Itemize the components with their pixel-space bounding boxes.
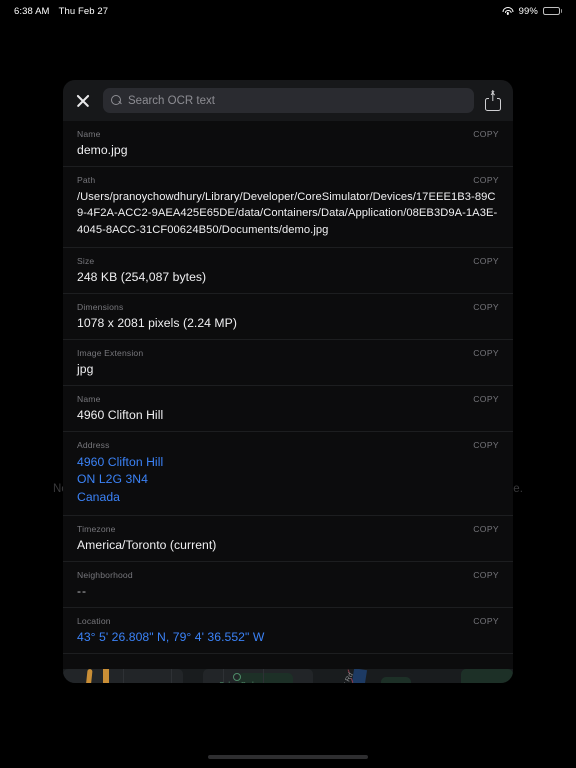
metadata-row-label: Address [77,440,110,451]
search-icon [111,95,122,106]
metadata-row: Size COPY 248 KB (254,087 bytes) [63,247,513,294]
copy-button[interactable]: COPY [473,440,499,450]
metadata-rows: Name COPY demo.jpg Path COPY/Users/pranoycho… [63,121,513,669]
address-line[interactable]: ON L2G 3N4 [77,471,499,488]
address-line[interactable]: Canada [77,489,499,506]
copy-button[interactable]: COPY [473,302,499,312]
metadata-row-label: Image Extension [77,348,144,359]
metadata-row: Location COPY 43° 5' 26.808" N, 79° 4' 36.… [63,607,513,655]
home-indicator[interactable] [208,754,368,759]
metadata-row-label: Neighborhood [77,569,133,580]
metadata-panel: Search OCR text Name COPY demo.jpg Path COPY… [63,80,513,683]
poi-dot-oakes-park [233,672,241,681]
metadata-row-value: 4960 Clifton Hill [77,408,164,423]
metadata-row-label: Path [77,175,96,186]
wifi-icon [502,7,514,16]
metadata-row-value: jpg [77,362,94,377]
status-bar-right: 99% [502,5,562,17]
status-date: Thu Feb 27 [58,5,109,17]
map-view[interactable]: 420 420 384 384 Oakes Park Valley Way Mc… [63,668,513,683]
search-input[interactable]: Search OCR text [103,88,474,113]
metadata-row-value: 248 KB (254,087 bytes) [77,269,207,284]
map-tiles: 420 420 384 384 Oakes Park Valley Way Mc… [63,668,513,683]
metadata-row-label: Name [77,394,101,405]
map-label-oakes-park: Oakes Park [219,682,256,683]
search-placeholder: Search OCR text [128,94,215,107]
copy-button[interactable]: COPY [473,524,499,534]
metadata-row-value: 1078 x 2081 pixels (2.24 MP) [77,315,237,330]
metadata-row-label: Size [77,255,95,266]
battery-percent: 99% [518,5,538,17]
status-bar-left: 6:38 AM Thu Feb 27 [14,6,108,17]
metadata-row: Timezone COPY America/Toronto (current) [63,515,513,562]
metadata-row-value: America/Toronto (current) [77,537,217,552]
address-line[interactable]: 4960 Clifton Hill [77,454,499,471]
battery-icon [542,6,562,16]
status-bar: 6:38 AM Thu Feb 27 99% [0,0,576,22]
copy-button[interactable]: COPY [473,616,499,626]
metadata-row-label: Location [77,615,111,626]
metadata-row-value: demo.jpg [77,143,128,157]
metadata-row: Neighborhood COPY -- [63,561,513,608]
metadata-row: Name COPY demo.jpg [63,121,513,168]
copy-button[interactable]: COPY [473,256,499,266]
copy-button[interactable]: COPY [473,570,499,580]
metadata-row-label: Name [77,129,101,139]
metadata-row-label: Dimensions [77,301,124,312]
metadata-row-label: Timezone [77,523,116,534]
copy-button[interactable]: COPY [473,348,499,358]
metadata-row: Path COPY/Users/pranoychowdhury/Library/D… [63,167,513,248]
metadata-row: Image Extension COPY jpg [63,340,513,387]
copy-button[interactable]: COPY [473,175,499,185]
copy-button[interactable]: COPY [473,394,499,404]
metadata-row-value: -- [77,583,88,598]
metadata-row-value[interactable]: 4960 Clifton Hill ON L2G 3N4 Canada [77,454,499,505]
metadata-row: Address COPY 4960 Clifton Hill ON L2G 3N4 Ca… [63,432,513,516]
close-icon[interactable] [73,91,93,111]
share-icon[interactable] [484,90,502,111]
metadata-row-value[interactable]: 43° 5' 26.808" N, 79° 4' 36.552" W [77,630,499,644]
metadata-row: Name COPY 4960 Clifton Hill [63,386,513,433]
panel-header: Search OCR text [63,80,513,121]
copy-button[interactable]: COPY [473,129,499,139]
metadata-row-value: /Users/pranoychowdhury/Library/Developer… [77,191,498,236]
metadata-row: Dimensions COPY 1078 x 2081 pixels (2.24 M… [63,293,513,341]
status-time: 6:38 AM [14,5,50,17]
